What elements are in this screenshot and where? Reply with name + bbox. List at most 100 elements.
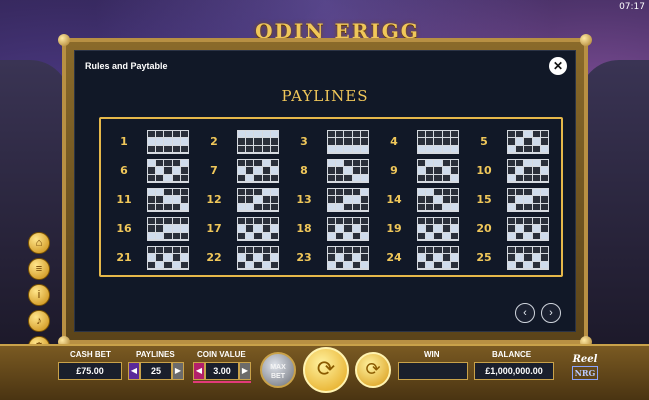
payline-cell-off xyxy=(352,159,360,167)
payline-cell-on xyxy=(344,196,352,203)
payline-cell-off xyxy=(270,138,278,145)
payline-cell-off xyxy=(434,167,442,174)
payline-cell-off xyxy=(246,145,254,153)
arrow-right-icon: ▶ xyxy=(241,366,249,375)
payline-cell-off xyxy=(352,261,360,269)
payline-cell-on xyxy=(442,145,450,153)
payline-cell-off xyxy=(344,174,352,182)
payline-cell-off xyxy=(164,188,172,196)
payline-cell-off xyxy=(516,261,524,269)
payline-cell-off xyxy=(270,159,278,167)
payline-cell-on xyxy=(524,196,532,203)
payline-cell-on xyxy=(418,225,426,232)
paylines-decrease-button[interactable]: ◀ xyxy=(128,362,140,380)
next-page-button[interactable]: › xyxy=(541,303,561,323)
payline-cell-on xyxy=(524,232,532,240)
payline-cell-off xyxy=(336,138,344,145)
payline-pattern xyxy=(507,129,549,154)
payline-cell-on xyxy=(450,254,458,261)
payline-cell-off xyxy=(450,167,458,174)
coin-value-increase-button[interactable]: ▶ xyxy=(239,362,251,380)
payline-cell-off xyxy=(172,254,180,261)
payline-pattern xyxy=(417,245,459,270)
payline-cell-off xyxy=(262,167,270,174)
payline-cell-off xyxy=(336,188,344,196)
payline-cell-off xyxy=(540,217,548,225)
payline-cell-off xyxy=(540,159,548,167)
payline-cell-off xyxy=(238,246,246,254)
spin-button[interactable]: ⟳ xyxy=(303,347,349,393)
payline-cell-on xyxy=(344,145,352,153)
close-button[interactable]: ✕ xyxy=(549,57,567,75)
payline-cell-off xyxy=(262,225,270,232)
payline-cell-off xyxy=(360,130,368,138)
previous-page-button[interactable]: ‹ xyxy=(515,303,535,323)
payline-cell-on xyxy=(180,138,188,145)
home-icon: ⌂ xyxy=(35,237,43,249)
home-button[interactable]: ⌂ xyxy=(28,232,50,254)
payline-cell-on xyxy=(442,261,450,269)
payline-cell-off xyxy=(172,232,180,240)
info-button[interactable]: i xyxy=(28,284,50,306)
payline-cell-off xyxy=(508,188,516,196)
payline-cell-off xyxy=(360,225,368,232)
payline-cell-off xyxy=(524,246,532,254)
payline-pattern xyxy=(507,187,549,212)
payline-cell-off xyxy=(442,159,450,167)
autoplay-button[interactable]: ⟳ xyxy=(355,352,391,388)
balance-label: BALANCE xyxy=(492,350,532,359)
payline-cell-on xyxy=(516,196,524,203)
coin-value-decrease-button[interactable]: ◀ xyxy=(193,362,205,380)
payline-cell-off xyxy=(246,188,254,196)
payline-cell-off xyxy=(328,174,336,182)
payline-cell-off xyxy=(434,174,442,182)
paylines-value: 25 xyxy=(140,362,172,380)
payline-cell-off xyxy=(164,167,172,174)
payline-cell-off xyxy=(442,217,450,225)
payline-cell-on xyxy=(450,174,458,182)
payline-cell-off xyxy=(344,138,352,145)
payline-cell-on xyxy=(442,167,450,174)
payline-cell-off xyxy=(418,203,426,211)
menu-button[interactable]: ≡ xyxy=(28,258,50,280)
payline-cell-on xyxy=(238,254,246,261)
max-bet-button[interactable]: MAX BET xyxy=(260,352,296,388)
payline-cell-on xyxy=(352,145,360,153)
payline-cell-on xyxy=(148,188,156,196)
payline-item: 14 xyxy=(381,185,471,214)
payline-cell-off xyxy=(180,174,188,182)
payline-cell-off xyxy=(336,174,344,182)
payline-pattern xyxy=(237,158,279,183)
payline-number: 13 xyxy=(296,193,312,206)
payline-cell-off xyxy=(360,196,368,203)
payline-cell-off xyxy=(434,217,442,225)
payline-cell-on xyxy=(164,254,172,261)
payline-cell-off xyxy=(156,174,164,182)
payline-cell-off xyxy=(180,188,188,196)
payline-number: 12 xyxy=(206,193,222,206)
payline-cell-off xyxy=(516,174,524,182)
payline-cell-off xyxy=(148,196,156,203)
payline-number: 8 xyxy=(300,164,308,177)
paylines-increase-button[interactable]: ▶ xyxy=(172,362,184,380)
payline-cell-on xyxy=(254,130,262,138)
payline-pattern xyxy=(327,129,369,154)
payline-cell-off xyxy=(450,130,458,138)
payline-number: 21 xyxy=(116,251,132,264)
payline-cell-off xyxy=(164,130,172,138)
payline-item: 15 xyxy=(471,185,561,214)
balance-value: £1,000,000.00 xyxy=(474,362,554,380)
payline-cell-on xyxy=(336,145,344,153)
payline-item: 13 xyxy=(291,185,381,214)
payline-cell-off xyxy=(336,130,344,138)
payline-number: 9 xyxy=(390,164,398,177)
payline-cell-off xyxy=(148,174,156,182)
sound-button[interactable]: ♪ xyxy=(28,310,50,332)
payline-cell-on xyxy=(164,196,172,203)
payline-cell-on xyxy=(434,196,442,203)
payline-cell-on xyxy=(532,138,540,145)
payline-cell-off xyxy=(360,217,368,225)
payline-cell-on xyxy=(270,188,278,196)
payline-cell-off xyxy=(344,159,352,167)
payline-cell-off xyxy=(540,174,548,182)
